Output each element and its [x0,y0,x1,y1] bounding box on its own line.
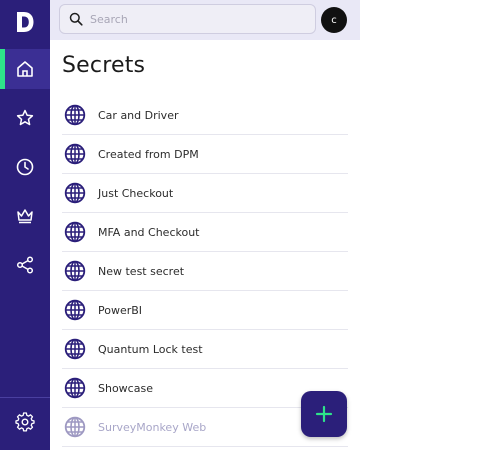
globe-icon [64,182,86,204]
app-window: c Secrets Car and Driver Created from DP… [0,0,360,450]
list-item-label: Just Checkout [98,186,174,200]
list-item-label: Quantum Lock test [98,342,203,356]
globe-icon [64,104,86,126]
globe-icon [64,377,86,399]
sidebar-item-favorites[interactable] [0,98,50,138]
sidebar-divider [0,397,50,398]
list-item-label: Car and Driver [98,108,179,122]
globe-icon [64,338,86,360]
share-icon [16,256,34,274]
logo-icon [17,12,34,32]
list-item-label: Created from DPM [98,147,199,161]
search-input[interactable] [90,12,290,26]
sidebar-item-shared[interactable] [0,245,50,285]
crown-icon [17,209,33,224]
page-title: Secrets [62,53,146,78]
clock-icon [16,158,34,176]
sidebar-item-home[interactable] [0,49,50,89]
globe-icon [64,221,86,243]
list-item[interactable]: Created from DPM [62,135,348,174]
sidebar [0,0,50,450]
list-item[interactable]: Car and Driver [62,96,348,135]
app-logo[interactable] [0,0,50,44]
globe-icon [64,143,86,165]
list-item[interactable]: Just Checkout [62,174,348,213]
list-item-label: Showcase [98,381,153,395]
sidebar-item-settings[interactable] [0,402,50,442]
sidebar-item-recent[interactable] [0,147,50,187]
list-item-label: New test secret [98,264,185,278]
star-icon [16,109,34,126]
list-item[interactable]: New test secret [62,252,348,291]
globe-icon [64,299,86,321]
top-bar: c [50,0,360,40]
list-item-label: MFA and Checkout [98,225,200,239]
globe-icon [64,260,86,282]
list-item-label: PowerBI [98,303,143,317]
sidebar-item-premium[interactable] [0,196,50,236]
search-box[interactable] [59,4,316,34]
gear-icon [15,412,35,432]
user-avatar[interactable]: c [321,7,347,33]
plus-icon [315,405,333,423]
list-item[interactable]: PowerBI [62,291,348,330]
list-item[interactable]: MFA and Checkout [62,213,348,252]
globe-icon [64,416,86,438]
list-item-label: SurveyMonkey Web [98,420,207,434]
search-icon [69,12,83,26]
add-secret-button[interactable] [301,391,347,437]
list-item[interactable]: Quantum Lock test [62,330,348,369]
home-icon [17,61,33,77]
